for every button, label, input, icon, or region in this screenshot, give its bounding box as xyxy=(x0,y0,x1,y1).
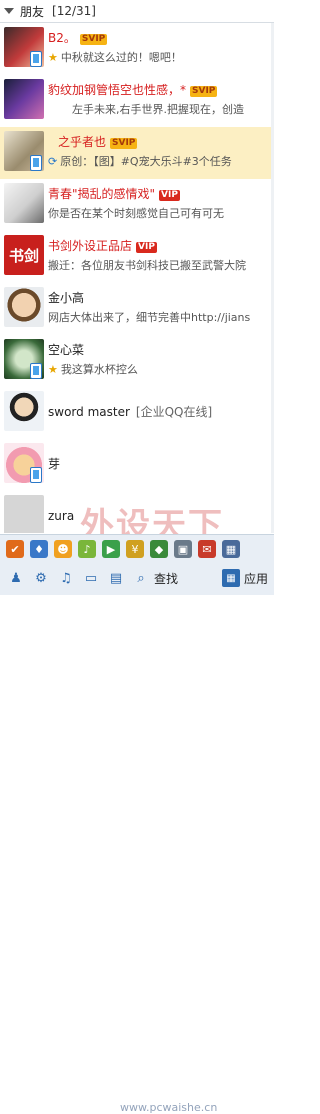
contact-row[interactable]: sword master [企业QQ在线] xyxy=(0,387,274,439)
group-name: 朋友 xyxy=(20,4,45,19)
mobile-device-icon xyxy=(30,155,42,171)
mobile-device-icon xyxy=(30,51,42,67)
search-icon[interactable]: ⌕ xyxy=(132,569,150,587)
avatar[interactable] xyxy=(4,495,44,533)
mail-icon[interactable]: ✉ xyxy=(198,540,216,558)
svip-badge: SVIP xyxy=(79,34,108,45)
contact-name: 青春"揭乱的感情戏" VIP xyxy=(48,187,180,201)
mobile-device-icon xyxy=(30,363,42,379)
gear-icon[interactable]: ⚙ xyxy=(32,569,50,587)
contact-row[interactable]: 空心菜 ★ 我这算水杯控么 xyxy=(0,335,274,387)
contact-name: 金小高 xyxy=(48,291,85,305)
avatar[interactable] xyxy=(4,79,44,119)
message-manager-icon[interactable]: ▭ xyxy=(82,569,100,587)
group-header-friends[interactable]: 朋友 [12/31] xyxy=(0,0,274,23)
avatar[interactable] xyxy=(4,391,44,431)
watermark-url: www.pcwaishe.cn xyxy=(120,1101,218,1114)
contact-row[interactable]: B2。 SVIP ★ 中秋就这么过的！嗯吧！ xyxy=(0,23,274,75)
shield-icon[interactable]: ◆ xyxy=(150,540,168,558)
file-icon[interactable]: ▤ xyxy=(107,569,125,587)
pet-icon[interactable]: ☻ xyxy=(54,540,72,558)
avatar[interactable] xyxy=(4,287,44,327)
svip-badge: SVIP xyxy=(110,138,138,149)
currency-icon[interactable]: ¥ xyxy=(126,540,144,558)
star-icon: ★ xyxy=(48,51,58,64)
expand-arrow-icon[interactable] xyxy=(4,8,14,14)
contact-name: B2。 SVIP xyxy=(48,31,108,45)
avatar[interactable]: 书剑 xyxy=(4,235,44,275)
avatar[interactable] xyxy=(4,183,44,223)
wallet-icon[interactable]: ▣ xyxy=(174,540,192,558)
contact-name: 豹纹加钢管悟空也性感，* SVIP xyxy=(48,83,218,97)
main-menu-bar: ♟ ⚙ ♫ ▭ ▤ ⌕ 查找 ▦ 应用 xyxy=(0,565,274,591)
contact-row[interactable]: 青春"揭乱的感情戏" VIP 你是否在某个时刻感觉自己可有可无 xyxy=(0,179,274,231)
contact-row[interactable]: 金小高 网店大体出来了，细节完善中http://jians xyxy=(0,283,274,335)
bottom-toolbar: ✔ ♦ ☻ ♪ ▶ ¥ ◆ ▣ ✉ ▦ ♟ ⚙ ♫ ▭ ▤ ⌕ 查找 ▦ 应用 … xyxy=(0,534,274,1114)
apps-button-label[interactable]: 应用 xyxy=(244,570,268,587)
group-online-count: [12/31] xyxy=(52,4,96,18)
contact-list[interactable]: B2。 SVIP ★ 中秋就这么过的！嗯吧！ 豹纹加钢管悟空也性感，* SVIP 左手… xyxy=(0,23,274,533)
contact-signature: ★ 中秋就这么过的！嗯吧！ xyxy=(48,51,182,64)
contact-signature: 网店大体出来了，细节完善中http://jians xyxy=(48,311,251,324)
contact-signature: 搬迁：各位朋友书剑科技已搬至武警大院 xyxy=(48,259,246,272)
contact-signature: 左手未来,右手世界.把握现在，创造 xyxy=(72,103,244,116)
contact-signature: ⟳ 原创：【图】#Q宠大乐斗#3个任务 xyxy=(48,155,232,168)
contact-signature: 你是否在某个时刻感觉自己可有可无 xyxy=(48,207,224,220)
grid-menu-icon[interactable]: ▦ xyxy=(222,540,240,558)
vip-badge: VIP xyxy=(136,242,157,253)
svip-badge: SVIP xyxy=(190,86,218,97)
qzone-icon[interactable]: ♦ xyxy=(30,540,48,558)
contact-name: sword master [企业QQ在线] xyxy=(48,405,213,419)
qq-menu-icon[interactable]: ♟ xyxy=(7,569,25,587)
contact-signature: ★ 我这算水杯控么 xyxy=(48,363,138,376)
contact-name: 之乎者也 SVIP xyxy=(58,135,138,149)
game-icon[interactable]: ▶ xyxy=(102,540,120,558)
scrollbar[interactable] xyxy=(271,23,274,533)
contact-name: zura xyxy=(48,509,75,523)
contact-row[interactable]: 书剑 书剑外设正品店 VIP 搬迁：各位朋友书剑科技已搬至武警大院 xyxy=(0,231,274,283)
contact-row-selected[interactable]: 之乎者也 SVIP ⟳ 原创：【图】#Q宠大乐斗#3个任务 xyxy=(0,127,274,179)
app-box-icon[interactable]: ▦ xyxy=(221,569,240,587)
contact-name: 空心菜 xyxy=(48,343,85,357)
contact-row[interactable]: 芽 xyxy=(0,439,274,491)
contact-row[interactable]: 豹纹加钢管悟空也性感，* SVIP 左手未来,右手世界.把握现在，创造 xyxy=(0,75,274,127)
vip-badge: VIP xyxy=(159,190,180,201)
contact-name: 芽 xyxy=(48,457,61,471)
speaker-icon[interactable]: ♫ xyxy=(57,569,75,587)
search-button-label[interactable]: 查找 xyxy=(154,570,178,587)
enterprise-status: [企业QQ在线] xyxy=(135,405,213,419)
plugin-bar: ✔ ♦ ☻ ♪ ▶ ¥ ◆ ▣ ✉ ▦ xyxy=(0,537,274,561)
share-icon: ⟳ xyxy=(48,155,58,168)
mobile-device-icon xyxy=(30,467,42,483)
star-icon: ★ xyxy=(48,363,58,376)
contact-name: 书剑外设正品店 VIP xyxy=(48,239,157,253)
task-icon[interactable]: ✔ xyxy=(6,540,24,558)
music-icon[interactable]: ♪ xyxy=(78,540,96,558)
